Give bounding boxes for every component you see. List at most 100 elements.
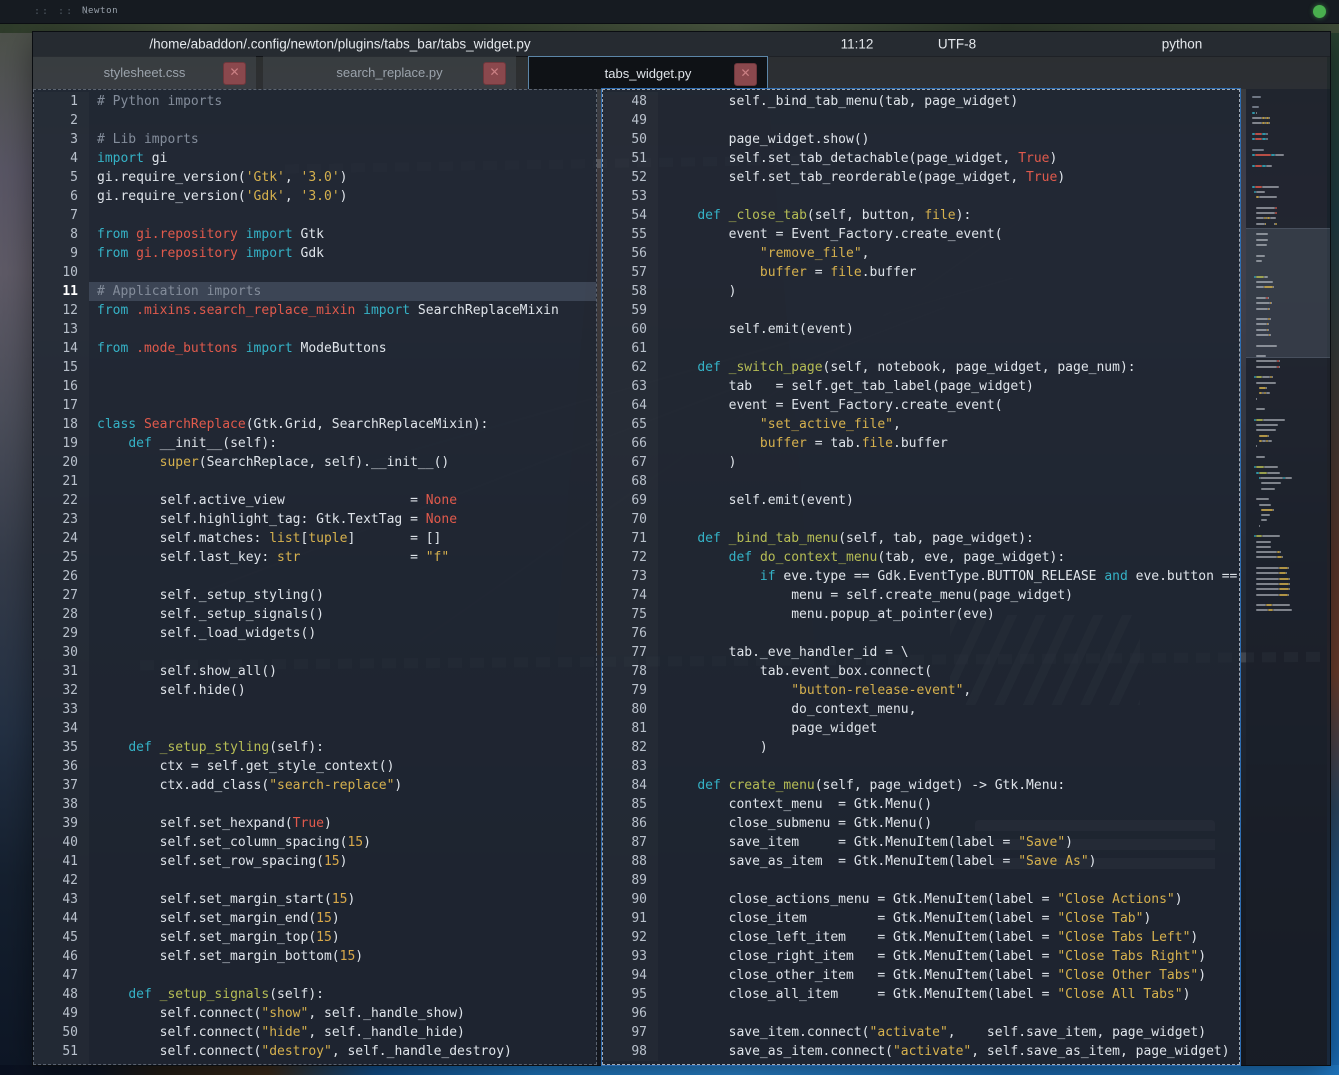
code-row[interactable]: 23 self.highlight_tag: Gtk.TextTag = Non…: [34, 510, 596, 529]
code-line[interactable]: def _setup_styling(self):: [89, 738, 596, 757]
code-row[interactable]: 19 def __init__(self):: [34, 434, 596, 453]
code-line[interactable]: [89, 719, 596, 738]
code-row[interactable]: 4import gi: [34, 149, 596, 168]
code-row[interactable]: 83: [603, 757, 1239, 776]
code-row[interactable]: 38: [34, 795, 596, 814]
code-row[interactable]: 98 save_as_item.connect("activate", self…: [603, 1042, 1239, 1061]
code-row[interactable]: 71 def _bind_tab_menu(self, tab, page_wi…: [603, 529, 1239, 548]
code-line[interactable]: close_right_item = Gtk.MenuItem(label = …: [658, 947, 1239, 966]
code-row[interactable]: 47: [34, 966, 596, 985]
tab-stylesheet-css[interactable]: stylesheet.css ✕: [33, 56, 256, 89]
code-line[interactable]: def _close_tab(self, button, file):: [658, 206, 1239, 225]
code-line[interactable]: [89, 358, 596, 377]
code-line[interactable]: from gi.repository import Gdk: [89, 244, 596, 263]
code-row[interactable]: 49 self.connect("show", self._handle_sho…: [34, 1004, 596, 1023]
code-line[interactable]: self.show_all(): [89, 662, 596, 681]
code-row[interactable]: 15: [34, 358, 596, 377]
code-row[interactable]: 7: [34, 206, 596, 225]
code-row[interactable]: 63 tab = self.get_tab_label(page_widget): [603, 377, 1239, 396]
code-line[interactable]: gi.require_version('Gdk', '3.0'): [89, 187, 596, 206]
code-row[interactable]: 10: [34, 263, 596, 282]
code-row[interactable]: 84 def create_menu(self, page_widget) ->…: [603, 776, 1239, 795]
code-row[interactable]: 62 def _switch_page(self, notebook, page…: [603, 358, 1239, 377]
code-line[interactable]: [658, 757, 1239, 776]
code-line[interactable]: self.set_margin_end(15): [89, 909, 596, 928]
code-row[interactable]: 64 event = Event_Factory.create_event(: [603, 396, 1239, 415]
code-line[interactable]: from gi.repository import Gtk: [89, 225, 596, 244]
code-line[interactable]: "set_active_file",: [658, 415, 1239, 434]
code-line[interactable]: do_context_menu,: [658, 700, 1239, 719]
code-row[interactable]: 50 self.connect("hide", self._handle_hid…: [34, 1023, 596, 1042]
code-line[interactable]: from .mixins.search_replace_mixin import…: [89, 301, 596, 320]
code-row[interactable]: 50 page_widget.show(): [603, 130, 1239, 149]
code-row[interactable]: 65 "set_active_file",: [603, 415, 1239, 434]
code-row[interactable]: 87 save_item = Gtk.MenuItem(label = "Sav…: [603, 833, 1239, 852]
code-row[interactable]: 22 self.active_view = None: [34, 491, 596, 510]
code-line[interactable]: close_other_item = Gtk.MenuItem(label = …: [658, 966, 1239, 985]
close-tab-icon[interactable]: ✕: [223, 62, 246, 85]
close-tab-icon[interactable]: ✕: [483, 62, 506, 85]
code-line[interactable]: def do_context_menu(tab, eve, page_widge…: [658, 548, 1239, 567]
code-line[interactable]: tab.event_box.connect(: [658, 662, 1239, 681]
code-row[interactable]: 35 def _setup_styling(self):: [34, 738, 596, 757]
code-row[interactable]: 80 do_context_menu,: [603, 700, 1239, 719]
code-row[interactable]: 41 self.set_row_spacing(15): [34, 852, 596, 871]
code-row[interactable]: 21: [34, 472, 596, 491]
code-row[interactable]: 70: [603, 510, 1239, 529]
code-line[interactable]: event = Event_Factory.create_event(: [658, 225, 1239, 244]
code-line[interactable]: self.emit(event): [658, 491, 1239, 510]
code-row[interactable]: 29 self._load_widgets(): [34, 624, 596, 643]
code-row[interactable]: 55 event = Event_Factory.create_event(: [603, 225, 1239, 244]
code-row[interactable]: 43 self.set_margin_start(15): [34, 890, 596, 909]
tab-tabs-widget-py[interactable]: tabs_widget.py ✕: [528, 56, 768, 89]
code-line[interactable]: menu = self.create_menu(page_widget): [658, 586, 1239, 605]
code-row[interactable]: 93 close_right_item = Gtk.MenuItem(label…: [603, 947, 1239, 966]
code-line[interactable]: self._setup_signals(): [89, 605, 596, 624]
code-line[interactable]: save_as_item = Gtk.MenuItem(label = "Sav…: [658, 852, 1239, 871]
code-line[interactable]: [89, 377, 596, 396]
code-row[interactable]: 28 self._setup_signals(): [34, 605, 596, 624]
code-row[interactable]: 48 def _setup_signals(self):: [34, 985, 596, 1004]
code-line[interactable]: gi.require_version('Gtk', '3.0'): [89, 168, 596, 187]
code-line[interactable]: self.set_margin_top(15): [89, 928, 596, 947]
code-line[interactable]: self.set_margin_bottom(15): [89, 947, 596, 966]
code-row[interactable]: 16: [34, 377, 596, 396]
code-row[interactable]: 76: [603, 624, 1239, 643]
code-line[interactable]: [658, 871, 1239, 890]
code-row[interactable]: 61: [603, 339, 1239, 358]
code-line[interactable]: self.set_tab_detachable(page_widget, Tru…: [658, 149, 1239, 168]
code-line[interactable]: from .mode_buttons import ModeButtons: [89, 339, 596, 358]
code-line[interactable]: tab._eve_handler_id = \: [658, 643, 1239, 662]
code-row[interactable]: 13: [34, 320, 596, 339]
code-line[interactable]: [89, 206, 596, 225]
code-line[interactable]: [89, 472, 596, 491]
code-line[interactable]: if eve.type == Gdk.EventType.BUTTON_RELE…: [658, 567, 1239, 586]
code-line[interactable]: self.highlight_tag: Gtk.TextTag = None: [89, 510, 596, 529]
code-line[interactable]: close_left_item = Gtk.MenuItem(label = "…: [658, 928, 1239, 947]
code-line[interactable]: [89, 263, 596, 282]
code-row[interactable]: 90 close_actions_menu = Gtk.MenuItem(lab…: [603, 890, 1239, 909]
code-row[interactable]: 57 buffer = file.buffer: [603, 263, 1239, 282]
code-line[interactable]: [89, 567, 596, 586]
code-row[interactable]: 51 self.set_tab_detachable(page_widget, …: [603, 149, 1239, 168]
code-row[interactable]: 3# Lib imports: [34, 130, 596, 149]
code-line[interactable]: self.matches: list[tuple] = []: [89, 529, 596, 548]
code-line[interactable]: self.hide(): [89, 681, 596, 700]
code-row[interactable]: 94 close_other_item = Gtk.MenuItem(label…: [603, 966, 1239, 985]
code-line[interactable]: [658, 111, 1239, 130]
code-line[interactable]: [658, 1004, 1239, 1023]
code-row[interactable]: 18class SearchReplace(Gtk.Grid, SearchRe…: [34, 415, 596, 434]
close-tab-icon[interactable]: ✕: [734, 63, 757, 86]
code-row[interactable]: 36 ctx = self.get_style_context(): [34, 757, 596, 776]
code-row[interactable]: 39 self.set_hexpand(True): [34, 814, 596, 833]
code-row[interactable]: 45 self.set_margin_top(15): [34, 928, 596, 947]
code-row[interactable]: 51 self.connect("destroy", self._handle_…: [34, 1042, 596, 1061]
code-line[interactable]: [89, 966, 596, 985]
code-line[interactable]: save_item = Gtk.MenuItem(label = "Save"): [658, 833, 1239, 852]
code-line[interactable]: "button-release-event",: [658, 681, 1239, 700]
code-row[interactable]: 27 self._setup_styling(): [34, 586, 596, 605]
code-line[interactable]: menu.popup_at_pointer(eve): [658, 605, 1239, 624]
code-line[interactable]: def _bind_tab_menu(self, tab, page_widge…: [658, 529, 1239, 548]
code-row[interactable]: 20 super(SearchReplace, self).__init__(): [34, 453, 596, 472]
minimap-viewport[interactable]: [1246, 228, 1330, 358]
